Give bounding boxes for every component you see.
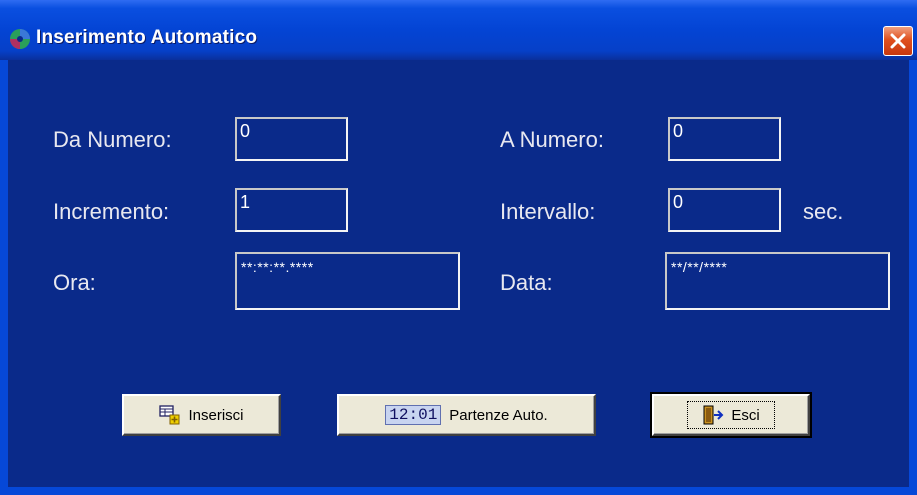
inserisci-button[interactable]: Inserisci [122, 394, 281, 436]
window-border-left [0, 60, 8, 495]
exit-door-icon [703, 405, 724, 425]
esci-button[interactable]: Esci [650, 392, 812, 438]
data-label: Data: [500, 270, 553, 295]
dialog-window: Inserimento Automatico Da Numero: 0 A Nu… [0, 0, 917, 495]
window-title: Inserimento Automatico [36, 27, 258, 48]
data-input[interactable]: **/**/**** [665, 252, 890, 310]
incremento-input[interactable]: 1 [235, 188, 348, 232]
close-button[interactable] [883, 26, 913, 56]
intervallo-unit-label: sec. [803, 199, 844, 224]
window-border-bottom [0, 487, 917, 495]
a-numero-input[interactable]: 0 [668, 117, 781, 161]
incremento-label: Incremento: [53, 199, 170, 224]
ora-input[interactable]: **:**:**.**** [235, 252, 460, 310]
close-x-icon [890, 33, 906, 49]
a-numero-label: A Numero: [500, 127, 604, 152]
app-swirl-icon [10, 29, 30, 49]
esci-focus-frame: Esci [687, 401, 775, 429]
esci-label: Esci [731, 406, 760, 424]
intervallo-label: Intervallo: [500, 199, 596, 224]
da-numero-label: Da Numero: [53, 127, 172, 152]
intervallo-input[interactable]: 0 [668, 188, 781, 232]
title-bar[interactable]: Inserimento Automatico [0, 0, 917, 60]
inserisci-label: Inserisci [188, 406, 244, 424]
insert-table-icon [159, 405, 180, 425]
partenze-auto-label: Partenze Auto. [449, 406, 548, 424]
clock-badge-icon: 12:01 [385, 405, 442, 425]
window-border-right [909, 60, 917, 495]
ora-label: Ora: [53, 270, 96, 295]
da-numero-input[interactable]: 0 [235, 117, 348, 161]
partenze-auto-button[interactable]: 12:01 Partenze Auto. [337, 394, 596, 436]
